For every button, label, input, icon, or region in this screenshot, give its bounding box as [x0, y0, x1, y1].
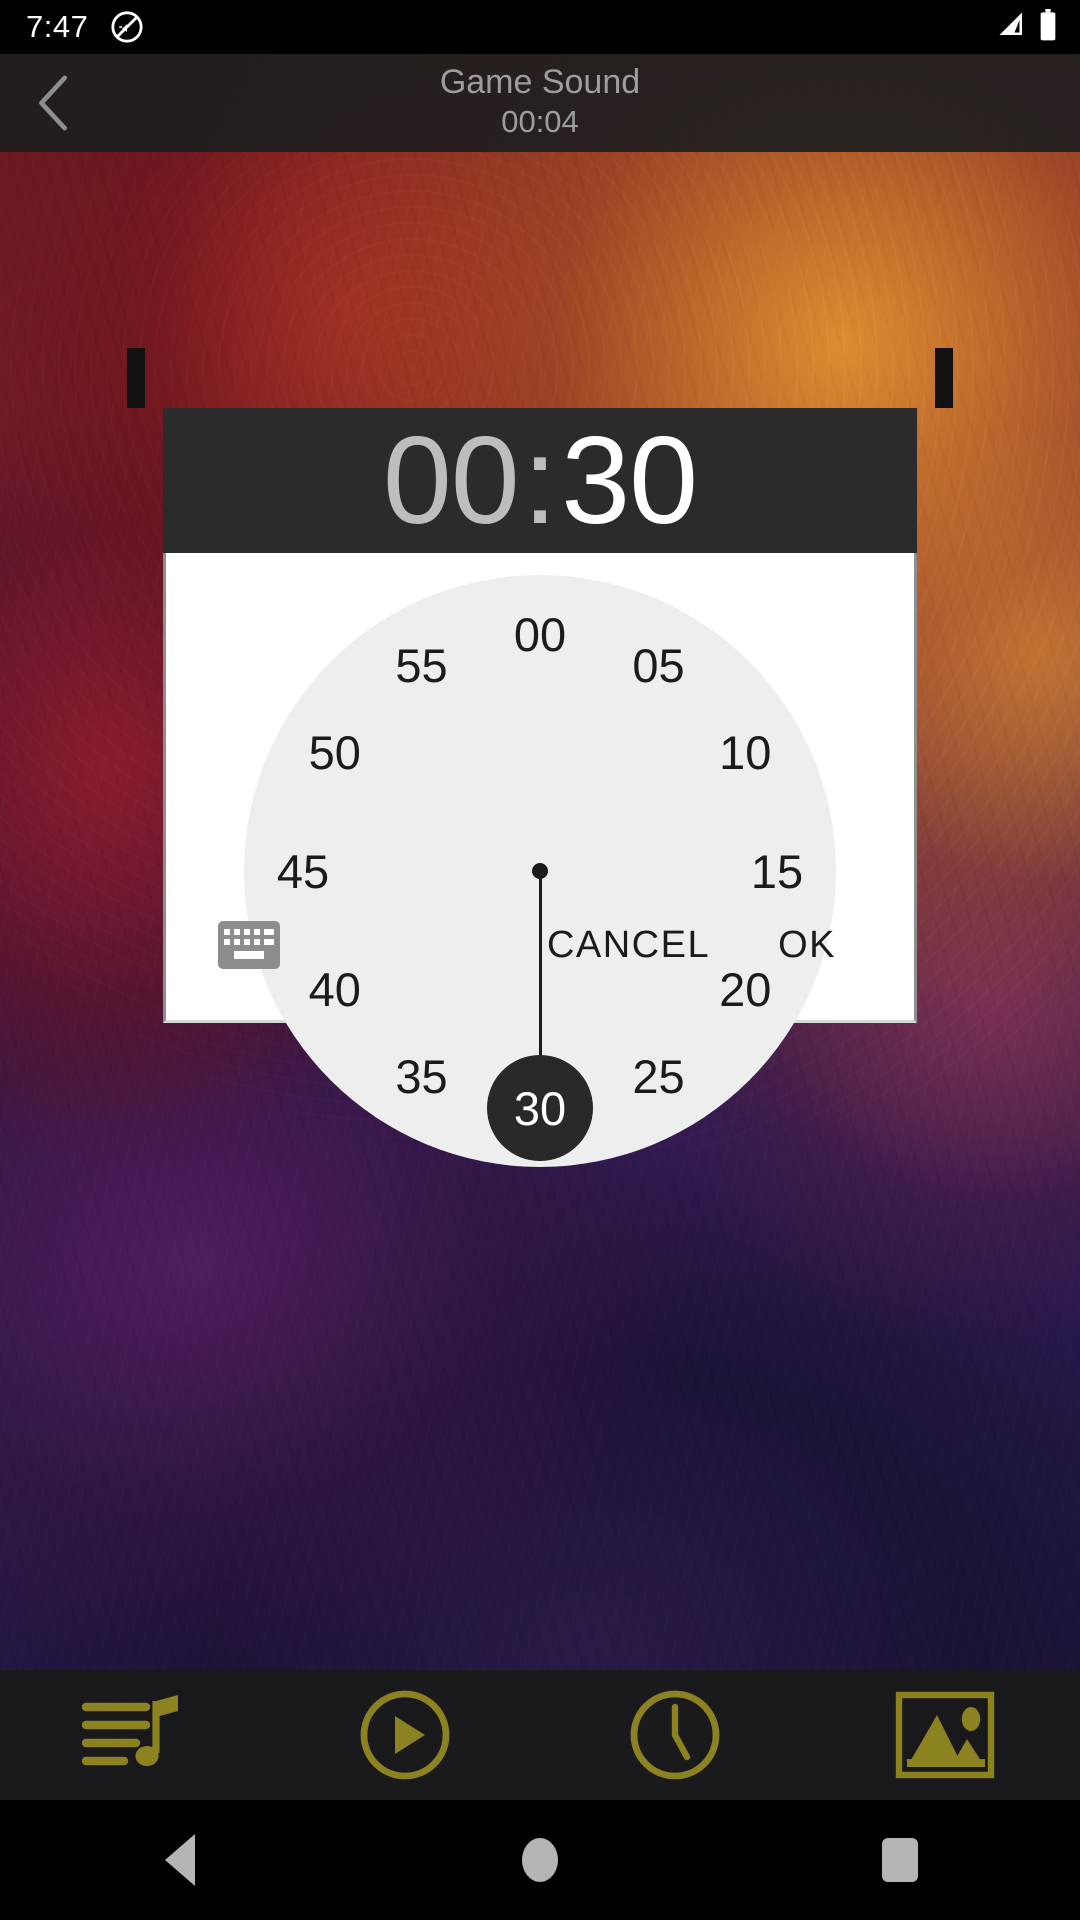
nav-recents-icon[interactable]	[800, 1800, 1000, 1920]
nav-back-icon[interactable]	[80, 1800, 280, 1920]
ok-button[interactable]: OK	[760, 910, 854, 981]
signal-icon	[996, 10, 1028, 45]
battery-icon	[1038, 8, 1058, 46]
back-chevron-icon[interactable]	[0, 54, 110, 152]
app-bar-titles: Game Sound 00:04	[0, 54, 1080, 152]
app-bar: Game Sound 00:04	[0, 54, 1080, 152]
clock-tick-05[interactable]: 05	[614, 638, 704, 694]
dialog-notch-left	[127, 348, 145, 408]
hours-display[interactable]: 00	[383, 410, 520, 552]
image-icon[interactable]	[870, 1670, 1020, 1800]
minutes-display[interactable]: 30	[561, 410, 698, 552]
dialog-notch-right	[935, 348, 953, 408]
status-bar-clock: 7:47	[26, 9, 89, 44]
clock-tick-50[interactable]: 50	[290, 725, 380, 781]
clock-dial-area[interactable]: 30 000510152025303540455055	[166, 553, 914, 1167]
clock-selected-knob[interactable]: 30	[487, 1055, 593, 1161]
clock-tick-00[interactable]: 00	[495, 606, 585, 662]
clock-tick-10[interactable]: 10	[700, 725, 790, 781]
clock-icon[interactable]	[600, 1670, 750, 1800]
time-separator: :	[522, 411, 558, 550]
play-circle-icon[interactable]	[330, 1670, 480, 1800]
bottom-toolbar	[0, 1670, 1080, 1800]
page-subtitle: 00:04	[501, 104, 579, 140]
nav-home-icon[interactable]	[440, 1800, 640, 1920]
time-picker-dialog: 00 : 30 30 000510152025303540455055	[127, 348, 953, 1167]
page-title: Game Sound	[439, 62, 641, 101]
selected-time-display: 00 : 30	[383, 410, 698, 552]
dialog-actions: CANCEL OK	[166, 870, 914, 1020]
status-bar: 7:47	[0, 0, 1080, 54]
clock-tick-25[interactable]: 25	[614, 1048, 704, 1104]
clock-tick-55[interactable]: 55	[377, 638, 467, 694]
navigation-bar	[0, 1800, 1080, 1920]
time-picker-header: 00 : 30	[127, 348, 953, 553]
clock-tick-35[interactable]: 35	[377, 1048, 467, 1104]
do-not-disturb-icon	[110, 10, 144, 44]
cancel-button[interactable]: CANCEL	[529, 910, 728, 981]
time-picker-body: 30 000510152025303540455055	[163, 553, 917, 1167]
keyboard-icon[interactable]	[218, 921, 280, 969]
playlist-music-icon[interactable]	[60, 1670, 210, 1800]
status-bar-right-icons	[996, 8, 1058, 46]
